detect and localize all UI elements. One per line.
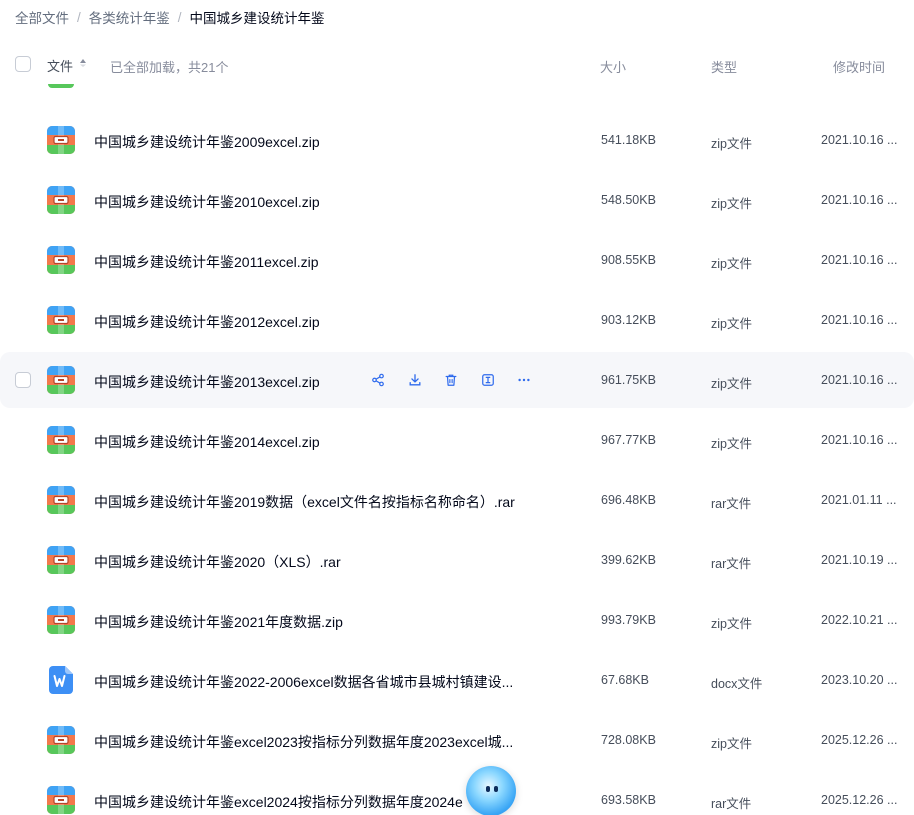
row-checkbox[interactable] [15, 372, 31, 388]
file-type: rar文件 [711, 557, 752, 571]
file-modified-time: 2021.10.19 ... [821, 553, 898, 567]
file-name[interactable]: 中国城乡建设统计年鉴2020（XLS）.rar [94, 552, 341, 572]
rename-icon[interactable] [478, 370, 498, 390]
file-size: 728.08KB [601, 733, 656, 747]
file-type: zip文件 [711, 377, 752, 391]
file-row[interactable]: 中国城乡建设统计年鉴excel2024按指标分列数据年度2024e 693.58… [0, 772, 914, 815]
file-name[interactable]: 中国城乡建设统计年鉴excel2024按指标分列数据年度2024e [94, 792, 463, 812]
zip-archive-icon [46, 605, 76, 635]
file-type: rar文件 [711, 497, 752, 511]
zip-archive-icon [46, 245, 76, 275]
column-modified-time[interactable]: 修改时间 [833, 57, 885, 76]
file-size: 548.50KB [601, 193, 656, 207]
zip-archive-icon [46, 185, 76, 215]
file-type: zip文件 [711, 197, 752, 211]
breadcrumb-all-files[interactable]: 全部文件 [15, 7, 69, 27]
file-size: 693.58KB [601, 793, 656, 807]
file-modified-time: 2021.10.16 ... [821, 373, 898, 387]
breadcrumb-separator: / [177, 9, 182, 25]
file-name[interactable]: 中国城乡建设统计年鉴2011excel.zip [94, 252, 319, 272]
file-name[interactable]: 中国城乡建设统计年鉴2019数据（excel文件名按指标名称命名）.rar [94, 492, 515, 512]
assistant-mascot-icon[interactable] [466, 766, 516, 815]
file-type: zip文件 [711, 437, 752, 451]
zip-archive-icon [46, 545, 76, 575]
word-document-icon [46, 665, 76, 695]
file-size: 908.55KB [601, 253, 656, 267]
file-size: 967.77KB [601, 433, 656, 447]
more-icon[interactable] [514, 370, 534, 390]
zip-archive-icon [46, 365, 76, 395]
file-row[interactable]: 中国城乡建设统计年鉴2019数据（excel文件名按指标名称命名）.rar 69… [0, 472, 914, 528]
file-name[interactable]: 中国城乡建设统计年鉴2022-2006excel数据各省城市县城村镇建设... [94, 672, 513, 692]
column-type[interactable]: 类型 [711, 57, 737, 76]
row-actions [368, 370, 551, 390]
breadcrumb: 全部文件 / 各类统计年鉴 / 中国城乡建设统计年鉴 [15, 7, 325, 27]
file-type: zip文件 [711, 257, 752, 271]
file-size: 399.62KB [601, 553, 656, 567]
file-type: rar文件 [711, 797, 752, 811]
zip-archive-icon [46, 725, 76, 755]
file-size: 961.75KB [601, 373, 656, 387]
file-name[interactable]: 中国城乡建设统计年鉴2014excel.zip [94, 432, 320, 452]
file-modified-time: 2021.10.16 ... [821, 313, 898, 327]
file-size: 903.12KB [601, 313, 656, 327]
file-size: 696.48KB [601, 493, 656, 507]
file-name[interactable]: 中国城乡建设统计年鉴2012excel.zip [94, 312, 320, 332]
file-modified-time: 2025.12.26 ... [821, 793, 898, 807]
file-size: 541.18KB [601, 133, 656, 147]
select-all-checkbox[interactable] [15, 56, 31, 72]
file-modified-time: 2021.10.16 ... [821, 193, 898, 207]
file-modified-time: 2023.10.20 ... [821, 673, 898, 687]
file-name[interactable]: 中国城乡建设统计年鉴2009excel.zip [94, 132, 320, 152]
file-row[interactable]: 中国城乡建设统计年鉴2022-2006excel数据各省城市县城村镇建设... … [0, 652, 914, 708]
breadcrumb-yearbooks[interactable]: 各类统计年鉴 [89, 7, 170, 27]
file-type: zip文件 [711, 617, 752, 631]
file-row[interactable]: 中国城乡建设统计年鉴2010excel.zip 548.50KB zip文件 2… [0, 172, 914, 228]
file-row[interactable]: 中国城乡建设统计年鉴2014excel.zip 967.77KB zip文件 2… [0, 412, 914, 468]
breadcrumb-current: 中国城乡建设统计年鉴 [189, 11, 325, 26]
file-row[interactable]: 中国城乡建设统计年鉴2012excel.zip 903.12KB zip文件 2… [0, 292, 914, 348]
column-size[interactable]: 大小 [600, 57, 626, 76]
file-list-header: 文件 已全部加载，共21个 大小 类型 修改时间 [0, 44, 914, 84]
column-name-sort[interactable]: 文件 [47, 56, 73, 75]
file-row[interactable]: 中国城乡建设统计年鉴2011excel.zip 908.55KB zip文件 2… [0, 232, 914, 288]
file-modified-time: 2021.10.16 ... [821, 253, 898, 267]
zip-archive-icon [46, 785, 76, 815]
file-row[interactable]: 中国城乡建设统计年鉴2021年度数据.zip 993.79KB zip文件 20… [0, 592, 914, 648]
file-type: docx文件 [711, 677, 763, 691]
zip-archive-icon [46, 425, 76, 455]
file-modified-time: 2025.12.26 ... [821, 733, 898, 747]
file-size: 993.79KB [601, 613, 656, 627]
share-icon[interactable] [368, 370, 388, 390]
file-name[interactable]: 中国城乡建设统计年鉴excel2023按指标分列数据年度2023excel城..… [94, 732, 513, 752]
file-type: zip文件 [711, 317, 752, 331]
delete-icon[interactable] [441, 370, 461, 390]
file-modified-time: 2022.10.21 ... [821, 613, 898, 627]
breadcrumb-separator: / [77, 9, 81, 25]
file-modified-time: 2021.01.11 ... [821, 493, 897, 507]
file-modified-time: 2021.10.16 ... [821, 433, 898, 447]
file-name[interactable]: 中国城乡建设统计年鉴2021年度数据.zip [94, 612, 343, 632]
zip-archive-icon [46, 125, 76, 155]
loaded-count-text: 已全部加载，共21个 [110, 60, 229, 75]
file-row[interactable]: 中国城乡建设统计年鉴2013excel.zip 961.75KB zip文件 2… [0, 352, 914, 408]
sort-ascending-icon[interactable] [79, 58, 87, 68]
zip-archive-icon [46, 485, 76, 515]
download-icon[interactable] [405, 370, 425, 390]
file-row[interactable]: 中国城乡建设统计年鉴2020（XLS）.rar 399.62KB rar文件 2… [0, 532, 914, 588]
file-type: zip文件 [711, 737, 752, 751]
file-name[interactable]: 中国城乡建设统计年鉴2013excel.zip [94, 372, 320, 392]
file-row[interactable]: 中国城乡建设统计年鉴excel2023按指标分列数据年度2023excel城..… [0, 712, 914, 768]
file-size: 67.68KB [601, 673, 649, 687]
file-row[interactable]: 中国城乡建设统计年鉴2009excel.zip 541.18KB zip文件 2… [0, 112, 914, 168]
file-name[interactable]: 中国城乡建设统计年鉴2010excel.zip [94, 192, 320, 212]
file-type: zip文件 [711, 137, 752, 151]
file-modified-time: 2021.10.16 ... [821, 133, 898, 147]
zip-archive-icon [46, 305, 76, 335]
partial-zip-icon [48, 84, 74, 94]
